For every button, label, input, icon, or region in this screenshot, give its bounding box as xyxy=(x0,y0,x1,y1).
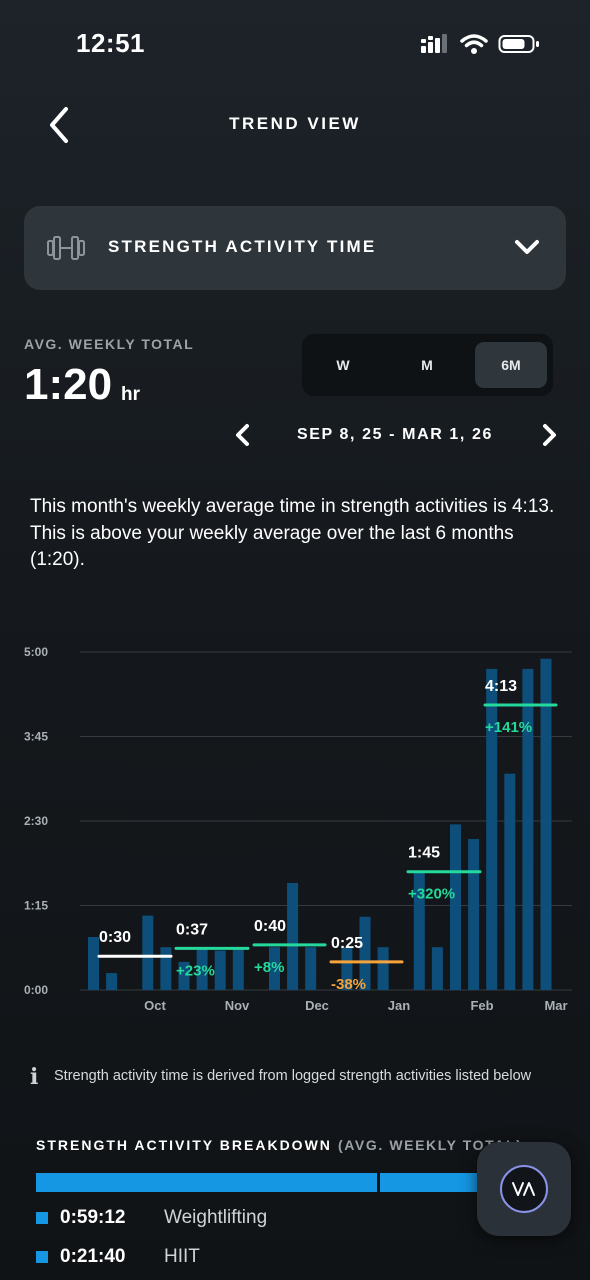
chart-bar xyxy=(540,658,552,990)
next-period-button[interactable] xyxy=(538,422,560,453)
chart-bar xyxy=(160,947,172,990)
avg-weekly-total-label: AVG. WEEKLY TOTAL xyxy=(24,336,195,352)
monthly-change-label: +141% xyxy=(485,719,532,736)
chart-bar xyxy=(431,947,443,990)
breakdown-item-value: 0:59:12 xyxy=(60,1207,126,1228)
y-tick-label: 2:30 xyxy=(24,814,48,828)
chart-bar xyxy=(142,915,154,990)
monthly-change-label: +320% xyxy=(408,886,455,903)
tab-week[interactable]: W xyxy=(307,342,379,388)
monthly-average-label: 4:13 xyxy=(485,678,517,695)
chart-bar xyxy=(232,947,244,990)
status-icons xyxy=(420,30,540,58)
chart-bar xyxy=(377,947,389,990)
metric-selector-label: STRENGTH ACTIVITY TIME xyxy=(108,237,377,256)
x-tick-label: Mar xyxy=(544,998,567,1013)
metric-selector-dropdown[interactable]: STRENGTH ACTIVITY TIME xyxy=(24,206,566,290)
x-tick-label: Nov xyxy=(225,998,250,1013)
breakdown-item-name: Weightlifting xyxy=(164,1207,268,1228)
monthly-average-label: 0:25 xyxy=(331,935,363,952)
monthly-change-label: -38% xyxy=(331,976,366,993)
chevron-down-icon xyxy=(515,240,539,254)
tab-six-months[interactable]: 6M xyxy=(475,342,547,388)
breakdown-stacked-bar xyxy=(36,1173,506,1192)
chevron-left-icon xyxy=(236,424,249,446)
range-segmented-control: W M 6M xyxy=(302,334,553,396)
info-note: Strength activity time is derived from l… xyxy=(54,1068,532,1084)
strength-time-bar-chart: 5:00 3:45 2:30 1:15 0:00 Oct Nov Dec Jan Feb Mar 0:… xyxy=(24,645,572,1013)
chart-bar xyxy=(450,824,461,990)
cellular-signal-icon xyxy=(421,34,447,53)
battery-icon xyxy=(498,35,539,53)
breakdown-item-value: 0:21:40 xyxy=(60,1246,126,1267)
monthly-change-label: +23% xyxy=(176,962,215,979)
chevron-right-icon xyxy=(543,424,556,446)
legend-swatch xyxy=(36,1251,48,1263)
y-tick-label: 5:00 xyxy=(24,645,48,659)
monthly-change-label: +8% xyxy=(254,959,284,976)
dumbbell-icon xyxy=(47,236,85,260)
y-tick-label: 0:00 xyxy=(24,983,48,997)
insight-text: This month's weekly average time in stre… xyxy=(30,496,555,570)
page-title: TREND VIEW xyxy=(229,114,361,133)
breakdown-item[interactable]: 0:59:12 Weightlifting xyxy=(36,1206,267,1230)
tab-month[interactable]: M xyxy=(391,342,463,388)
chart-bar xyxy=(106,973,118,990)
breakdown-title: STRENGTH ACTIVITY BREAKDOWN xyxy=(36,1137,332,1153)
chart-bar xyxy=(88,937,99,990)
info-icon: i xyxy=(30,1064,39,1090)
chart-bar xyxy=(305,947,317,990)
x-tick-label: Dec xyxy=(305,998,329,1013)
assistant-fab-button[interactable] xyxy=(477,1142,571,1236)
status-time: 12:51 xyxy=(76,28,145,58)
chart-bar xyxy=(287,882,299,990)
breakdown-item[interactable]: 0:21:40 HIIT xyxy=(36,1245,200,1269)
monthly-average-label: 0:37 xyxy=(176,921,208,938)
chart-bar xyxy=(486,668,498,990)
x-tick-label: Oct xyxy=(144,998,166,1013)
monthly-average-label: 0:40 xyxy=(254,918,286,935)
x-tick-label: Jan xyxy=(388,998,410,1013)
chart-bar xyxy=(214,950,226,990)
monthly-average-label: 1:45 xyxy=(408,845,440,862)
y-tick-label: 1:15 xyxy=(24,899,48,913)
chart-bar xyxy=(468,839,480,990)
previous-period-button[interactable] xyxy=(232,422,254,453)
legend-swatch xyxy=(36,1212,48,1224)
breakdown-bar-segment xyxy=(36,1173,377,1192)
whoop-logo-icon xyxy=(500,1165,548,1213)
avg-weekly-total-value: 1:20 xyxy=(24,360,113,409)
avg-weekly-total-unit: hr xyxy=(121,384,140,405)
chart-bar xyxy=(504,773,516,990)
monthly-average-label: 0:30 xyxy=(99,929,131,946)
date-range-label: SEP 8, 25 - MAR 1, 26 xyxy=(296,426,494,443)
breakdown-item-name: HIIT xyxy=(164,1246,200,1267)
chart-bar xyxy=(522,668,534,990)
x-tick-label: Feb xyxy=(470,998,493,1013)
y-tick-label: 3:45 xyxy=(24,730,48,744)
wifi-icon xyxy=(460,34,488,54)
